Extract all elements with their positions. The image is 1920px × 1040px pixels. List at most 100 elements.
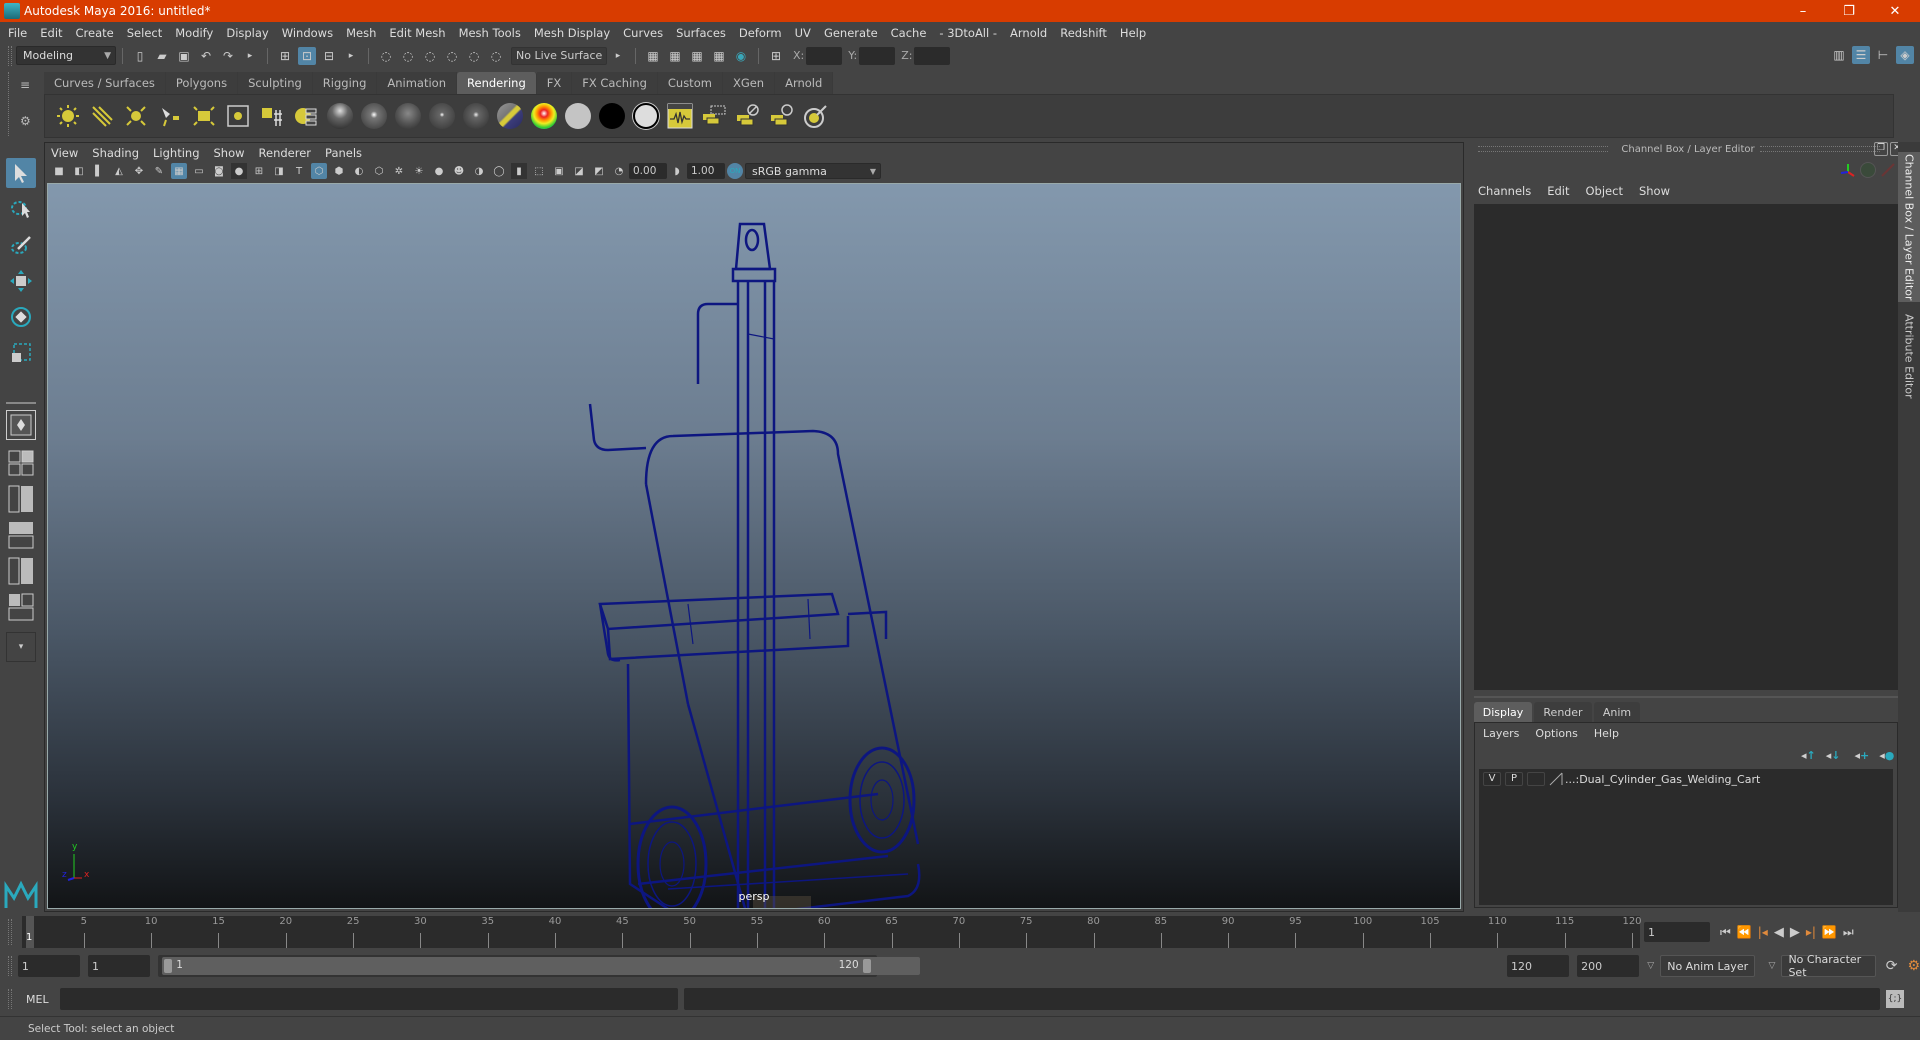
scale-tool-icon[interactable] <box>6 338 36 368</box>
single-perspective-layout-icon[interactable] <box>6 410 36 440</box>
menu-display[interactable]: Display <box>226 26 268 40</box>
hypershade-persp-layout-icon[interactable] <box>6 556 36 586</box>
menu-edit[interactable]: Edit <box>40 26 62 40</box>
layer-name[interactable]: ...:Dual_Cylinder_Gas_Welding_Cart <box>1565 773 1760 786</box>
menu-arnold[interactable]: Arnold <box>1010 26 1047 40</box>
hypershade-icon[interactable]: ◉ <box>732 47 750 65</box>
new-empty-layer-icon[interactable]: ◂+ <box>1855 749 1870 762</box>
resolution-gate-icon[interactable]: ◙ <box>211 163 227 179</box>
channel-box-toggle-icon[interactable]: ◈ <box>1896 46 1914 64</box>
shading-map-icon[interactable] <box>632 102 660 130</box>
use-all-lights-icon[interactable]: ✲ <box>391 163 407 179</box>
shelf-tab-curves-surfaces[interactable]: Curves / Surfaces <box>44 72 166 94</box>
persp-outliner-graph-layout-icon[interactable] <box>6 592 36 622</box>
menu-select[interactable]: Select <box>127 26 162 40</box>
perspective-viewport[interactable]: y x z persp <box>47 183 1461 909</box>
select-camera-icon[interactable]: ■ <box>51 163 67 179</box>
lambert-material-icon[interactable] <box>394 102 422 130</box>
toolbox-more-button[interactable]: ▾ <box>6 632 36 662</box>
view-transform-dropdown[interactable]: sRGB gamma ▼ <box>745 163 881 179</box>
panel-splitter[interactable] <box>1474 696 1898 698</box>
film-gate-icon[interactable]: ▭ <box>191 163 207 179</box>
minimize-button[interactable]: – <box>1780 0 1826 22</box>
render-settings-icon[interactable]: ▦ <box>710 47 728 65</box>
xray-active-icon[interactable]: ◪ <box>571 163 587 179</box>
menu-help[interactable]: Help <box>1120 26 1146 40</box>
shelf-tab-rendering[interactable]: Rendering <box>457 72 537 94</box>
ramp-shader-icon[interactable] <box>530 102 558 130</box>
layer-playback-toggle[interactable]: P <box>1505 772 1523 786</box>
gate-mask-icon[interactable]: ● <box>231 163 247 179</box>
backface-culling-icon[interactable]: ◩ <box>591 163 607 179</box>
render-current-icon[interactable]: ▦ <box>666 47 684 65</box>
motion-blur-icon[interactable]: ☻ <box>451 163 467 179</box>
spot-light-icon[interactable] <box>156 102 184 130</box>
viewport-menu-renderer[interactable]: Renderer <box>259 146 312 160</box>
shadows-icon[interactable]: ☀ <box>411 163 427 179</box>
layer-visibility-toggle[interactable]: V <box>1483 772 1501 786</box>
character-set-chevron-icon[interactable]: ▽ <box>1769 961 1776 971</box>
rotate-tool-icon[interactable] <box>6 302 36 332</box>
select-component-icon[interactable]: ⊟ <box>320 47 338 65</box>
animation-end-field[interactable]: 200 <box>1577 955 1640 977</box>
step-forward-frame-icon[interactable]: ⏩ <box>1822 925 1837 939</box>
directional-light-icon[interactable] <box>88 102 116 130</box>
menu-curves[interactable]: Curves <box>623 26 663 40</box>
wireframe-on-shaded-icon[interactable]: ◐ <box>351 163 367 179</box>
speed-icon[interactable] <box>1860 162 1876 178</box>
gamma-icon[interactable]: ◗ <box>669 163 685 179</box>
redo-icon[interactable]: ↷ <box>219 47 237 65</box>
layer-row[interactable]: V P ...:Dual_Cylinder_Gas_Welding_Cart <box>1479 769 1893 789</box>
exposure-icon[interactable]: ◔ <box>611 163 627 179</box>
new-layer-selected-icon[interactable]: ◂● <box>1879 749 1894 762</box>
auto-key-icon[interactable]: ⟳ <box>1886 958 1898 974</box>
side-tab-attribute-editor[interactable]: Attribute Editor <box>1898 306 1920 406</box>
menu-create[interactable]: Create <box>76 26 114 40</box>
grease-pencil-icon[interactable]: ✎ <box>151 163 167 179</box>
menu-mesh[interactable]: Mesh <box>346 26 376 40</box>
batch-render-icon[interactable] <box>700 102 728 130</box>
ipr-render-icon[interactable]: ▦ <box>688 47 706 65</box>
channel-box-menu-show[interactable]: Show <box>1639 184 1670 198</box>
shelf-menu-icon[interactable]: ≡ <box>20 78 30 92</box>
hypershade-icon[interactable] <box>292 102 320 130</box>
channel-box-menu-channels[interactable]: Channels <box>1478 184 1531 198</box>
exposure-field[interactable]: 0.00 <box>629 163 667 179</box>
field-chart-icon[interactable]: ⊞ <box>251 163 267 179</box>
go-to-end-icon[interactable]: ⏭ <box>1843 925 1854 940</box>
snap-curve-icon[interactable]: ◌ <box>399 47 417 65</box>
menu-edit-mesh[interactable]: Edit Mesh <box>389 26 445 40</box>
layer-menu-help[interactable]: Help <box>1594 727 1619 740</box>
grip-handle[interactable] <box>1760 146 1880 152</box>
go-to-start-icon[interactable]: ⏮ <box>1720 925 1731 940</box>
anti-aliasing-icon[interactable]: ◑ <box>471 163 487 179</box>
step-back-key-icon[interactable]: |◂ <box>1758 925 1768 939</box>
range-end-handle[interactable] <box>862 959 871 973</box>
smooth-shade-icon[interactable]: ⬢ <box>331 163 347 179</box>
layer-display-type-toggle[interactable] <box>1527 772 1545 786</box>
layer-menu-layers[interactable]: Layers <box>1483 727 1519 740</box>
layer-menu-options[interactable]: Options <box>1535 727 1577 740</box>
depth-of-field-icon[interactable]: ◯ <box>491 163 507 179</box>
float-panel-icon[interactable]: ❐ <box>1874 142 1888 156</box>
command-input[interactable] <box>60 988 678 1010</box>
render-settings-icon[interactable] <box>802 102 830 130</box>
grid-icon[interactable]: ▦ <box>171 163 187 179</box>
area-light-icon[interactable] <box>190 102 218 130</box>
layer-tab-render[interactable]: Render <box>1534 702 1592 722</box>
render-view-icon[interactable] <box>666 102 694 130</box>
menu-file[interactable]: File <box>8 26 27 40</box>
menu-3dtoall[interactable]: - 3DtoAll - <box>939 26 997 40</box>
color-management-toggle-icon[interactable]: ON <box>727 163 743 179</box>
ipr-render-icon[interactable] <box>768 102 796 130</box>
viewport-menu-view[interactable]: View <box>51 146 78 160</box>
channel-box-menu-edit[interactable]: Edit <box>1547 184 1569 198</box>
camera-attributes-icon[interactable]: ◧ <box>71 163 87 179</box>
close-button[interactable]: ✕ <box>1872 0 1918 22</box>
select-tool-icon[interactable] <box>6 158 36 188</box>
layer-tab-anim[interactable]: Anim <box>1594 702 1640 722</box>
viewport-menu-lighting[interactable]: Lighting <box>153 146 199 160</box>
gamma-field[interactable]: 1.00 <box>687 163 725 179</box>
y-field[interactable] <box>859 46 896 65</box>
range-slider-track[interactable] <box>162 957 921 975</box>
